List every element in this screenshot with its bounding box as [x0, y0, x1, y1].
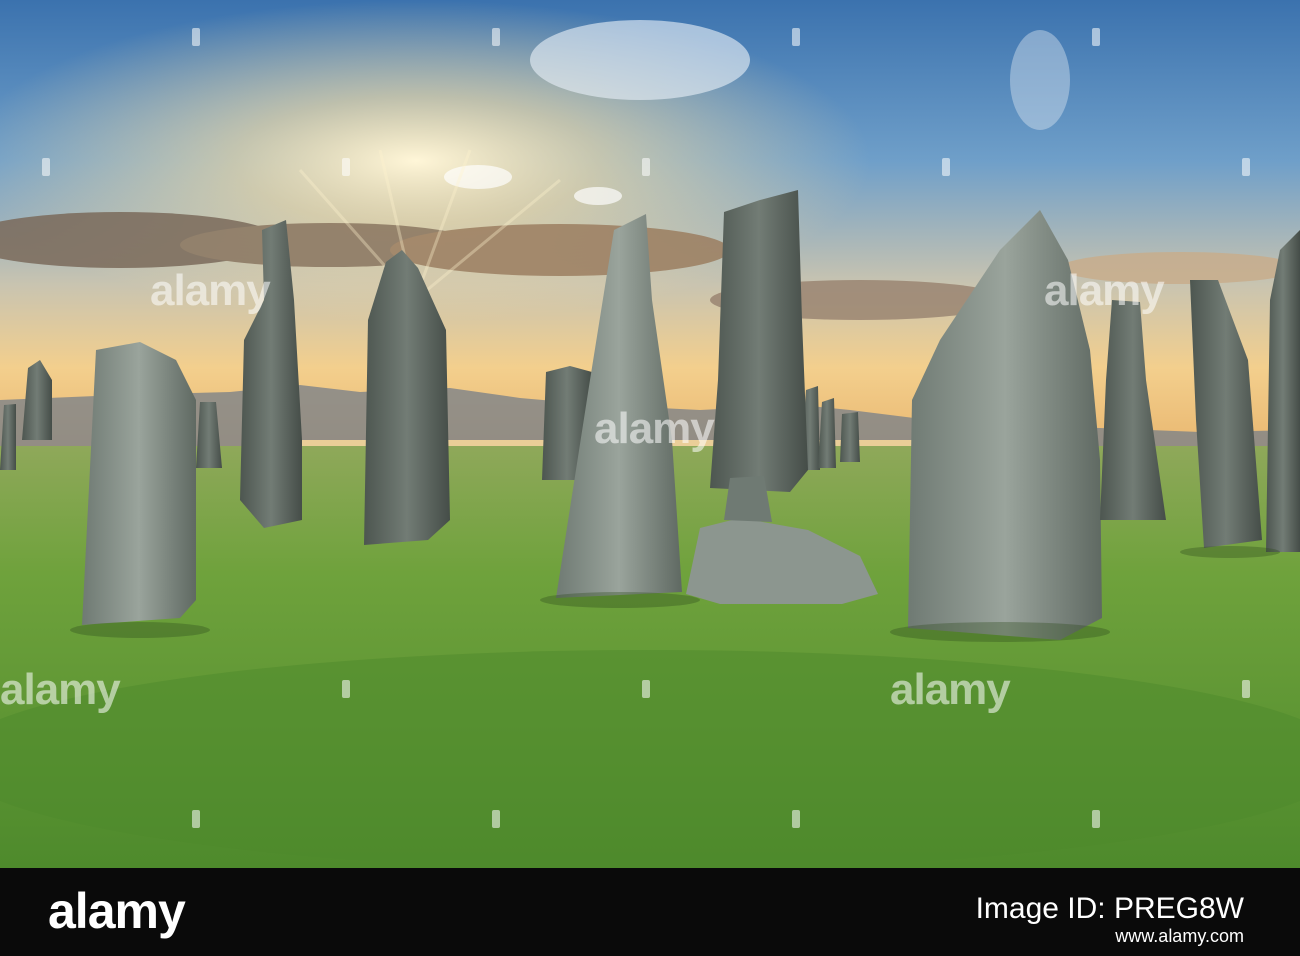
image-id-label: Image ID: PREG8W [975, 892, 1244, 925]
watermark-mark [492, 28, 500, 46]
watermark-mark [942, 158, 950, 176]
watermark-text: alamy [150, 266, 271, 315]
watermark-mark [1242, 680, 1250, 698]
site-url-link[interactable]: www.alamy.com [1115, 926, 1244, 947]
watermark-text: alamy [890, 665, 1011, 714]
alamy-logo[interactable]: alamy [48, 882, 186, 940]
watermark-text: alamy [0, 665, 121, 714]
watermark-mark [492, 810, 500, 828]
footer-bar: alamy Image ID: PREG8W www.alamy.com [0, 868, 1300, 956]
watermark-text: alamy [594, 404, 715, 453]
watermark-mark [42, 158, 50, 176]
watermark-mark [642, 158, 650, 176]
watermark-mark [642, 680, 650, 698]
photo: alamy alamy alamy alamy alamy [0, 0, 1300, 868]
watermark-mark [1092, 810, 1100, 828]
watermark-mark [1092, 28, 1100, 46]
watermark-mark [1242, 158, 1250, 176]
watermark-mark [792, 28, 800, 46]
watermark-text: alamy [1044, 266, 1165, 315]
watermark-mark [192, 28, 200, 46]
watermark-mark [792, 810, 800, 828]
watermark-mark [192, 810, 200, 828]
watermark-mark [342, 680, 350, 698]
watermark-mark [342, 158, 350, 176]
